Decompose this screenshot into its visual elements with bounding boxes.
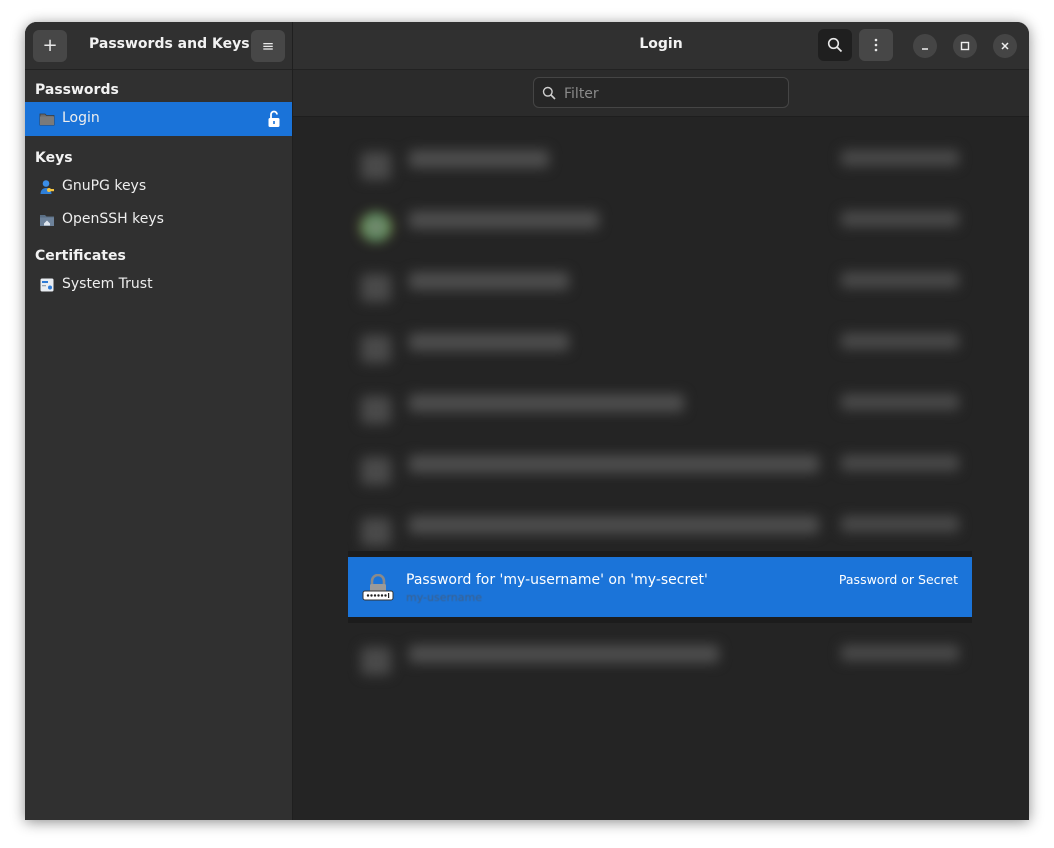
sidebar-item-label: OpenSSH keys: [62, 211, 164, 227]
close-icon: [1001, 42, 1009, 50]
list-item[interactable]: [347, 435, 973, 496]
sidebar-item-gnupg-keys[interactable]: GnuPG keys: [25, 170, 292, 204]
list-item[interactable]: [347, 130, 973, 191]
sidebar-item-label: GnuPG keys: [62, 178, 147, 194]
hamburger-icon: ≡: [261, 36, 275, 55]
close-button[interactable]: [993, 34, 1017, 58]
certificate-icon: [40, 278, 54, 292]
main-menu-button[interactable]: ≡: [251, 30, 285, 62]
item-title: Password for 'my-username' on 'my-secret…: [406, 572, 708, 588]
search-icon: [542, 86, 556, 100]
row-separator: [348, 617, 972, 623]
section-passwords: Passwords: [35, 82, 119, 98]
list-item-selected[interactable]: Password for 'my-username' on 'my-secret…: [348, 557, 972, 617]
sidebar-header: + Passwords and Keys ≡: [25, 22, 292, 70]
search-icon: [827, 37, 843, 53]
maximize-button[interactable]: [953, 34, 977, 58]
sidebar-item-openssh-keys[interactable]: OpenSSH keys: [25, 203, 292, 237]
item-type: Password or Secret: [838, 572, 958, 587]
section-keys: Keys: [35, 150, 73, 166]
plus-icon: +: [42, 35, 58, 56]
add-button[interactable]: +: [33, 30, 67, 62]
list-item[interactable]: [347, 496, 973, 557]
sidebar: + Passwords and Keys ≡ Passwords Login K…: [25, 22, 293, 820]
filter-bar: [293, 70, 1029, 117]
sidebar-item-system-trust[interactable]: System Trust: [25, 268, 292, 302]
list-item[interactable]: [347, 625, 973, 686]
ssh-home-folder-icon: [40, 215, 54, 226]
app-title: Passwords and Keys: [89, 36, 250, 52]
unlocked-padlock-icon[interactable]: [267, 110, 281, 128]
password-keyring-icon: [362, 574, 394, 601]
folder-icon: [39, 113, 55, 126]
list-item[interactable]: [347, 313, 973, 374]
list-item[interactable]: [347, 191, 973, 252]
header-bar: Login: [293, 22, 1029, 70]
minimize-button[interactable]: [913, 34, 937, 58]
app-window: + Passwords and Keys ≡ Passwords Login K…: [25, 22, 1029, 820]
sidebar-item-label: Login: [62, 110, 100, 126]
search-button[interactable]: [818, 29, 852, 61]
section-certificates: Certificates: [35, 248, 126, 264]
more-options-button[interactable]: [859, 29, 893, 61]
list-item[interactable]: [347, 374, 973, 435]
sidebar-item-login[interactable]: Login: [25, 102, 292, 136]
kebab-menu-icon: [874, 38, 878, 52]
filter-field[interactable]: [533, 77, 789, 108]
item-subtitle: my-username: [406, 591, 482, 604]
maximize-icon: [960, 41, 970, 51]
minimize-icon: [922, 48, 928, 50]
person-key-icon: [40, 180, 54, 194]
filter-input[interactable]: [562, 83, 776, 105]
list-item[interactable]: [347, 252, 973, 313]
sidebar-item-label: System Trust: [62, 276, 153, 292]
